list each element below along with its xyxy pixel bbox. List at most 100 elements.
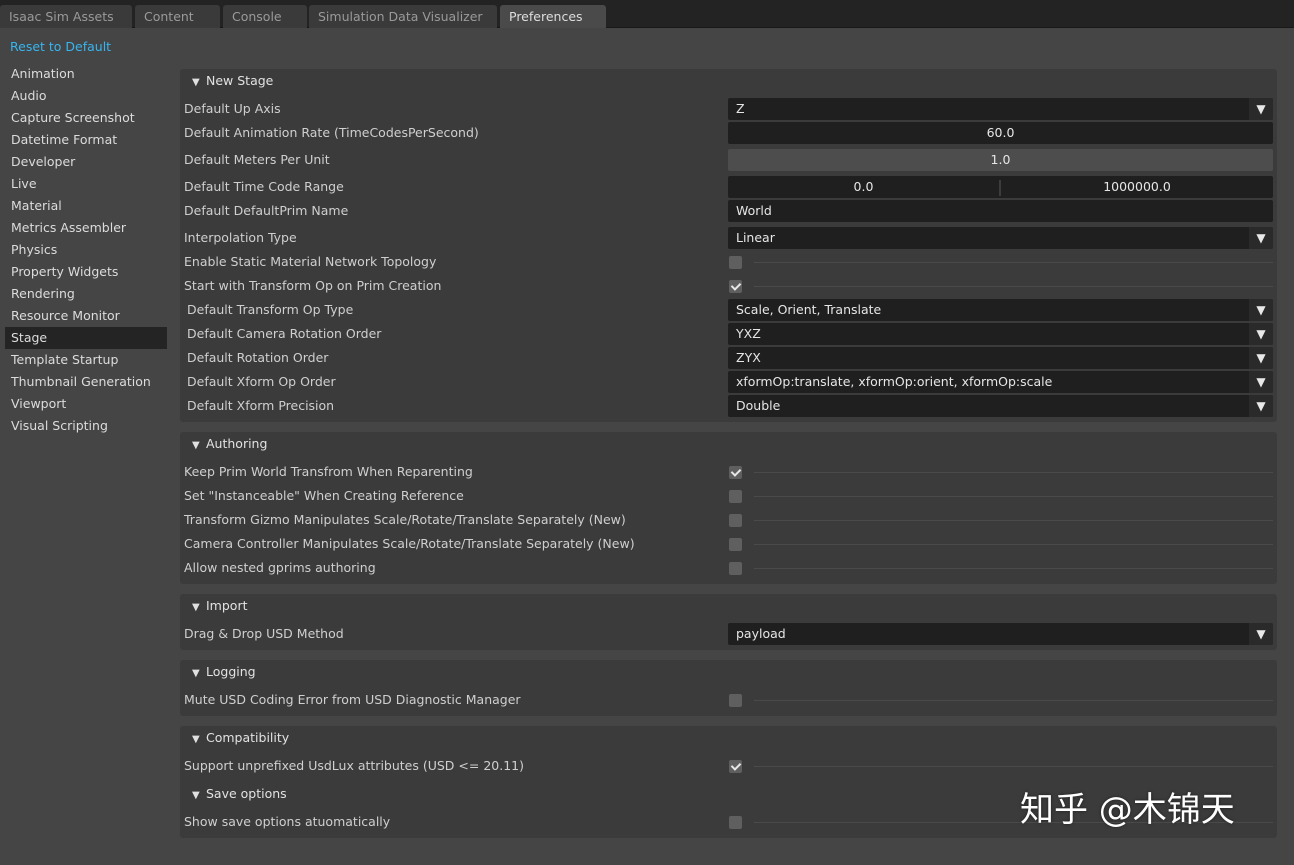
- start-transform-op-checkbox[interactable]: [729, 280, 742, 293]
- camera-controller-checkbox[interactable]: [729, 538, 742, 551]
- mute-usd-error-checkbox[interactable]: [729, 694, 742, 707]
- section-title: Authoring: [206, 436, 268, 451]
- section-header-logging[interactable]: ▼ Logging: [180, 660, 1277, 684]
- sidebar-item-developer[interactable]: Developer: [5, 151, 167, 173]
- row-label: Allow nested gprims authoring: [184, 560, 376, 575]
- sidebar-item-viewport[interactable]: Viewport: [5, 393, 167, 415]
- xform-op-order-combo[interactable]: xformOp:translate, xformOp:orient, xform…: [728, 371, 1273, 393]
- combo-value: Z: [736, 101, 745, 116]
- row-default-meters-per-unit: Default Meters Per Unit 1.0: [180, 148, 1277, 172]
- transform-op-type-combo[interactable]: Scale, Orient, Translate ▼: [728, 299, 1273, 321]
- up-axis-combo[interactable]: Z ▼: [728, 98, 1273, 120]
- tab-isaac-sim-assets[interactable]: Isaac Sim Assets: [0, 5, 132, 28]
- dropdown-arrow-icon[interactable]: ▼: [1249, 323, 1273, 345]
- dropdown-arrow-icon[interactable]: ▼: [1249, 371, 1273, 393]
- row-label: Default Meters Per Unit: [184, 152, 330, 167]
- section-header-new-stage[interactable]: ▼ New Stage: [180, 69, 1277, 93]
- sidebar-item-stage[interactable]: Stage: [5, 327, 167, 349]
- divider: [754, 766, 1273, 767]
- row-default-xform-op-order: Default Xform Op Order xformOp:translate…: [180, 370, 1277, 394]
- section-logging: ▼ Logging Mute USD Coding Error from USD …: [180, 660, 1277, 716]
- dropdown-arrow-icon[interactable]: ▼: [1249, 347, 1273, 369]
- row-label: Keep Prim World Transfrom When Reparenti…: [184, 464, 473, 479]
- section-title: Save options: [206, 786, 287, 801]
- tab-console[interactable]: Console: [223, 5, 307, 28]
- default-prim-name-input[interactable]: World: [728, 200, 1273, 222]
- sidebar-item-physics[interactable]: Physics: [5, 239, 167, 261]
- time-range-end-field[interactable]: 1000000.0: [1001, 176, 1273, 198]
- sidebar-item-audio[interactable]: Audio: [5, 85, 167, 107]
- nested-gprims-checkbox[interactable]: [729, 562, 742, 575]
- row-label: Default DefaultPrim Name: [184, 203, 349, 218]
- keep-world-transform-checkbox[interactable]: [729, 466, 742, 479]
- combo-value: YXZ: [736, 326, 761, 341]
- row-label: Default Animation Rate (TimeCodesPerSeco…: [184, 125, 479, 140]
- transform-gizmo-checkbox[interactable]: [729, 514, 742, 527]
- combo-value: Double: [736, 398, 781, 413]
- row-default-rotation-order: Default Rotation Order ZYX ▼: [180, 346, 1277, 370]
- divider: [754, 286, 1273, 287]
- time-range-start-field[interactable]: 0.0: [728, 176, 999, 198]
- meters-per-unit-field[interactable]: 1.0: [728, 149, 1273, 171]
- row-default-up-axis: Default Up Axis Z ▼: [180, 97, 1277, 121]
- row-support-unprefixed-usdlux: Support unprefixed UsdLux attributes (US…: [180, 754, 1277, 778]
- tab-content[interactable]: Content: [135, 5, 220, 28]
- interpolation-type-combo[interactable]: Linear ▼: [728, 227, 1273, 249]
- row-label: Default Camera Rotation Order: [187, 326, 382, 341]
- row-default-xform-precision: Default Xform Precision Double ▼: [180, 394, 1277, 418]
- reset-to-default-button[interactable]: Reset to Default: [10, 39, 111, 55]
- row-label: Show save options atuomatically: [184, 814, 391, 829]
- sidebar-item-visual-scripting[interactable]: Visual Scripting: [5, 415, 167, 437]
- combo-value: payload: [736, 626, 786, 641]
- sidebar-item-template-startup[interactable]: Template Startup: [5, 349, 167, 371]
- animation-rate-field[interactable]: 60.0: [728, 122, 1273, 144]
- set-instanceable-checkbox[interactable]: [729, 490, 742, 503]
- unprefixed-usdlux-checkbox[interactable]: [729, 760, 742, 773]
- sidebar-item-resource-monitor[interactable]: Resource Monitor: [5, 305, 167, 327]
- xform-precision-combo[interactable]: Double ▼: [728, 395, 1273, 417]
- section-title: Compatibility: [206, 730, 290, 745]
- dropdown-arrow-icon[interactable]: ▼: [1249, 299, 1273, 321]
- row-mute-usd-coding-error: Mute USD Coding Error from USD Diagnosti…: [180, 688, 1277, 712]
- sidebar-item-datetime-format[interactable]: Datetime Format: [5, 129, 167, 151]
- section-header-compatibility[interactable]: ▼ Compatibility: [180, 726, 1277, 750]
- sidebar-item-metrics-assembler[interactable]: Metrics Assembler: [5, 217, 167, 239]
- sidebar-item-capture-screenshot[interactable]: Capture Screenshot: [5, 107, 167, 129]
- row-label: Camera Controller Manipulates Scale/Rota…: [184, 536, 635, 551]
- dropdown-arrow-icon[interactable]: ▼: [1249, 395, 1273, 417]
- camera-rotation-order-combo[interactable]: YXZ ▼: [728, 323, 1273, 345]
- rotation-order-combo[interactable]: ZYX ▼: [728, 347, 1273, 369]
- dropdown-arrow-icon[interactable]: ▼: [1249, 623, 1273, 645]
- sidebar-item-thumbnail-generation[interactable]: Thumbnail Generation: [5, 371, 167, 393]
- triangle-down-icon: ▼: [192, 77, 200, 88]
- section-header-import[interactable]: ▼ Import: [180, 594, 1277, 618]
- row-label: Default Time Code Range: [184, 179, 344, 194]
- row-default-animation-rate: Default Animation Rate (TimeCodesPerSeco…: [180, 121, 1277, 145]
- section-import: ▼ Import Drag & Drop USD Method payload ▼: [180, 594, 1277, 650]
- divider: [754, 472, 1273, 473]
- row-default-time-code-range: Default Time Code Range 0.0 1000000.0: [180, 175, 1277, 199]
- sidebar-item-property-widgets[interactable]: Property Widgets: [5, 261, 167, 283]
- row-label: Default Rotation Order: [187, 350, 329, 365]
- drag-drop-method-combo[interactable]: payload ▼: [728, 623, 1273, 645]
- sidebar-item-live[interactable]: Live: [5, 173, 167, 195]
- tab-simulation-data-visualizer[interactable]: Simulation Data Visualizer: [309, 5, 497, 28]
- dropdown-arrow-icon[interactable]: ▼: [1249, 227, 1273, 249]
- sidebar-item-rendering[interactable]: Rendering: [5, 283, 167, 305]
- row-allow-nested-gprims: Allow nested gprims authoring: [180, 556, 1277, 580]
- row-set-instanceable: Set "Instanceable" When Creating Referen…: [180, 484, 1277, 508]
- dropdown-arrow-icon[interactable]: ▼: [1249, 98, 1273, 120]
- row-drag-drop-usd-method: Drag & Drop USD Method payload ▼: [180, 622, 1277, 646]
- show-save-options-checkbox[interactable]: [729, 816, 742, 829]
- row-label: Start with Transform Op on Prim Creation: [184, 278, 442, 293]
- static-material-checkbox[interactable]: [729, 256, 742, 269]
- row-label: Default Up Axis: [184, 101, 281, 116]
- sidebar-item-animation[interactable]: Animation: [5, 63, 167, 85]
- divider: [754, 568, 1273, 569]
- time-code-range-field: 0.0 1000000.0: [728, 176, 1273, 198]
- section-header-authoring[interactable]: ▼ Authoring: [180, 432, 1277, 456]
- section-title: Import: [206, 598, 248, 613]
- sidebar-item-material[interactable]: Material: [5, 195, 167, 217]
- row-camera-controller-separately: Camera Controller Manipulates Scale/Rota…: [180, 532, 1277, 556]
- tab-preferences[interactable]: Preferences: [500, 5, 606, 28]
